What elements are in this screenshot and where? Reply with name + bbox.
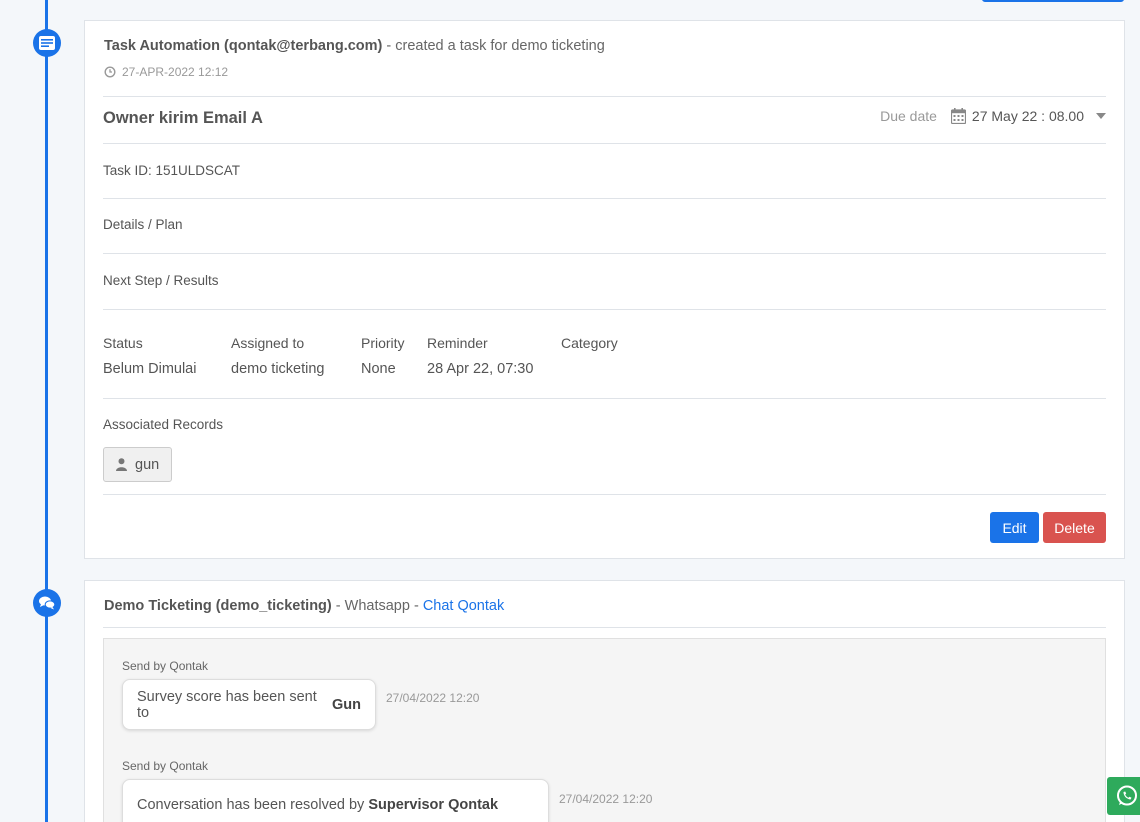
- task-event-action: - created a task for demo ticketing: [382, 38, 605, 54]
- meta-key: Assigned to: [231, 335, 305, 351]
- meta-value: Belum Dimulai: [103, 361, 197, 377]
- meta-key: Category: [561, 335, 618, 351]
- due-date-label: Due date: [880, 108, 937, 124]
- meta-key: Status: [103, 335, 143, 351]
- top-button-edge[interactable]: [982, 0, 1124, 2]
- meta-key: Reminder: [427, 335, 488, 351]
- calendar-icon: [950, 108, 966, 124]
- meta-value: None: [361, 361, 396, 377]
- divider: [103, 309, 1106, 310]
- task-event-timestamp: 27-APR-2022 12:12: [104, 65, 228, 79]
- divider: [103, 627, 1106, 628]
- message-timestamp: 27/04/2022 12:20: [559, 792, 653, 806]
- message-sender: Send by Qontak: [122, 759, 209, 773]
- divider: [103, 494, 1106, 495]
- edit-button[interactable]: Edit: [990, 512, 1039, 543]
- due-date-value: 27 May 22 : 08.00: [971, 108, 1084, 124]
- chat-event-header: Demo Ticketing (demo_ticketing) - Whatsa…: [104, 598, 504, 614]
- message-sender: Send by Qontak: [122, 659, 209, 673]
- task-event-icon: [33, 29, 61, 57]
- message-bubble: Conversation has been resolved by Supervi…: [122, 779, 549, 822]
- message-text: Survey score has been sent to: [137, 688, 317, 721]
- meta-priority: Priority None: [361, 335, 405, 377]
- message-bold-text: Gun: [332, 696, 361, 713]
- due-date-selector[interactable]: Due date 27 May 22 : 08.00: [880, 108, 1106, 124]
- user-icon: [116, 458, 127, 471]
- timeline-line: [45, 0, 48, 822]
- message-bubble: Survey score has been sent to Gun: [122, 679, 376, 730]
- chat-qontak-link[interactable]: Chat Qontak: [423, 598, 504, 614]
- details-plan-label: Details / Plan: [103, 217, 183, 232]
- chip-label: gun: [135, 456, 160, 473]
- associated-record-chip[interactable]: gun: [103, 447, 173, 482]
- message-bold-text: Supervisor Qontak: [368, 796, 499, 813]
- meta-key: Priority: [361, 335, 405, 351]
- clock-icon: [104, 66, 116, 78]
- chat-event-channel: - Whatsapp -: [331, 598, 423, 614]
- meta-assigned-to: Assigned to demo ticketing: [231, 335, 325, 377]
- divider: [103, 96, 1106, 97]
- divider: [103, 398, 1106, 399]
- timestamp-text: 27-APR-2022 12:12: [122, 65, 229, 79]
- meta-category: Category: [561, 335, 618, 361]
- whatsapp-button[interactable]: [1107, 777, 1140, 815]
- chat-event-card: Demo Ticketing (demo_ticketing) - Whatsa…: [84, 580, 1125, 822]
- meta-status: Status Belum Dimulai: [103, 335, 196, 377]
- task-event-card: Task Automation (qontak@terbang.com) - c…: [84, 20, 1125, 559]
- meta-value: demo ticketing: [231, 361, 325, 377]
- delete-button[interactable]: Delete: [1043, 512, 1106, 543]
- chat-event-actor: Demo Ticketing (demo_ticketing): [104, 598, 332, 614]
- task-event-actor: Task Automation (qontak@terbang.com): [104, 38, 383, 54]
- task-title: Owner kirim Email A: [103, 109, 263, 127]
- divider: [103, 253, 1106, 254]
- caret-down-icon: [1096, 113, 1106, 119]
- chat-event-icon: [33, 589, 61, 617]
- meta-value: 28 Apr 22, 07:30: [427, 361, 534, 377]
- associated-records-label: Associated Records: [103, 417, 224, 432]
- chat-messages-area[interactable]: Send by Qontak Survey score has been sen…: [103, 638, 1106, 822]
- next-step-label: Next Step / Results: [103, 273, 219, 288]
- whatsapp-icon: [1117, 785, 1137, 806]
- message-text: Conversation has been resolved by: [137, 796, 365, 813]
- meta-reminder: Reminder 28 Apr 22, 07:30: [427, 335, 533, 377]
- task-event-header: Task Automation (qontak@terbang.com) - c…: [104, 38, 605, 54]
- divider: [103, 143, 1106, 144]
- task-id: Task ID: 151ULDSCAT: [103, 163, 241, 178]
- message-timestamp: 27/04/2022 12:20: [386, 691, 480, 705]
- divider: [103, 198, 1106, 199]
